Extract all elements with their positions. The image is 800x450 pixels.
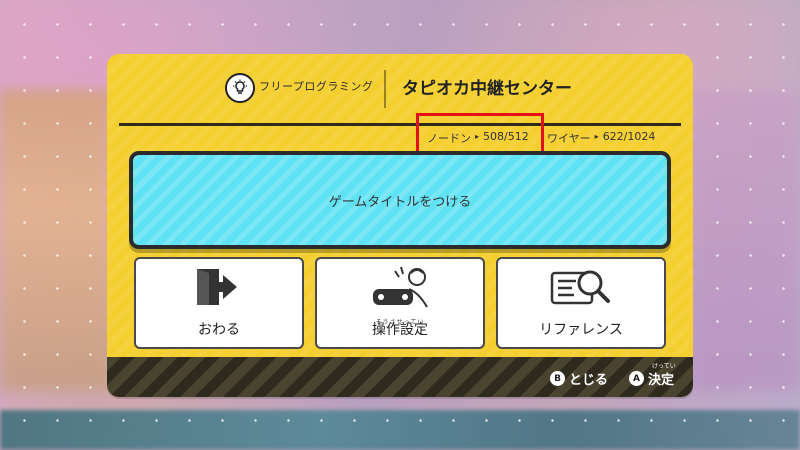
a-button-icon: A [629,371,644,386]
close-hint-label: とじる [569,373,609,388]
resource-counters: ノードン ▸ 508/512 ワイヤー ▸ 622/1024 [107,128,693,148]
mode-label: フリープログラミング [259,80,374,93]
game-title: タピオカ中継センター [402,79,572,99]
set-game-title-label: ゲームタイトルをつける [328,194,472,210]
controller-person-icon [317,265,483,311]
wire-counter: ワイヤー ▸ 622/1024 [547,130,655,146]
panel-header: フリープログラミング タピオカ中継センター [107,54,693,126]
exit-door-icon [136,265,302,309]
confirm-hint-label: 決定 [648,373,675,388]
lightbulb-icon [225,73,255,103]
quit-button[interactable]: おわる [134,257,304,349]
book-magnifier-icon [498,265,664,311]
arrow-right-icon: ▸ [594,132,599,141]
control-settings-button[interactable]: そうさせってい 操作設定 [315,257,485,349]
header-rule [119,123,681,126]
controls-footer: B とじる けってい A 決定 [107,357,693,397]
wire-counter-value: 622/1024 [602,130,656,143]
set-game-title-button[interactable]: ゲームタイトルをつける [129,151,671,249]
reference-label: リファレンス [539,322,623,338]
reference-button[interactable]: リファレンス [496,257,666,349]
quit-label: おわる [198,322,240,338]
header-divider [384,70,386,108]
close-hint[interactable]: B とじる [550,369,608,388]
control-settings-label: 操作設定 [372,322,428,338]
wire-counter-label: ワイヤー [547,132,591,145]
menu-panel: フリープログラミング タピオカ中継センター ノードン ▸ 508/512 ワイヤ… [107,54,693,397]
b-button-icon: B [550,371,565,386]
confirm-hint[interactable]: A 決定 [629,369,674,388]
